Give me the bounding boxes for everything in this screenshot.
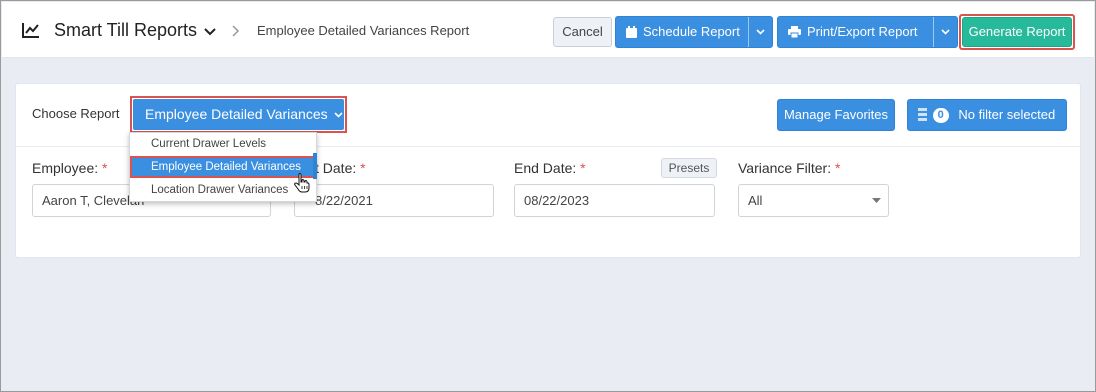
print-export-caret[interactable]	[933, 17, 957, 47]
report-picker-button[interactable]: Employee Detailed Variances	[133, 99, 344, 130]
breadcrumb-current: Employee Detailed Variances Report	[257, 23, 470, 38]
presets-button[interactable]: Presets	[661, 158, 717, 178]
print-export-label: Print/Export Report	[807, 24, 918, 39]
start-date-label: t Date: *	[315, 160, 366, 176]
chevron-down-icon	[941, 29, 950, 35]
variance-filter-value: All	[748, 193, 763, 208]
employee-label: Employee: *	[32, 160, 108, 176]
dropdown-item-current-drawer-levels[interactable]: Current Drawer Levels	[130, 133, 316, 155]
schedule-report-label: Schedule Report	[643, 24, 740, 39]
dropdown-item-employee-detailed-variances[interactable]: Employee Detailed Variances	[130, 156, 316, 178]
app-window: Smart Till Reports Employee Detailed Var…	[0, 0, 1096, 392]
print-export-main[interactable]: Print/Export Report	[778, 17, 918, 47]
manage-favorites-button[interactable]: Manage Favorites	[777, 99, 895, 131]
filter-count-badge: 0	[932, 108, 949, 123]
chevron-right-icon	[232, 25, 240, 37]
chevron-down-icon	[756, 29, 765, 35]
filter-label: No filter selected	[958, 107, 1056, 122]
end-date-label: End Date: *	[514, 160, 586, 176]
start-date-input[interactable]: 8/22/2021	[294, 184, 494, 217]
chevron-down-icon[interactable]	[204, 27, 216, 37]
filter-list-icon	[918, 108, 927, 121]
printer-icon	[788, 26, 801, 39]
app-title[interactable]: Smart Till Reports	[54, 20, 197, 41]
filter-button[interactable]: 0 No filter selected	[907, 99, 1067, 131]
report-picker-value: Employee Detailed Variances	[145, 106, 328, 122]
hand-pointer-icon	[294, 173, 310, 193]
calendar-icon	[626, 26, 637, 38]
cancel-button[interactable]: Cancel	[553, 17, 612, 47]
schedule-report-main[interactable]: Schedule Report	[616, 17, 740, 47]
variance-filter-select[interactable]: All	[738, 184, 889, 217]
variance-filter-label: Variance Filter: *	[738, 160, 841, 176]
end-date-input[interactable]: 08/22/2023	[514, 184, 715, 217]
top-header: Smart Till Reports Employee Detailed Var…	[2, 2, 1094, 58]
print-export-button[interactable]: Print/Export Report	[777, 16, 958, 48]
dropdown-item-location-drawer-variances[interactable]: Location Drawer Variances	[130, 179, 316, 201]
dropdown-scroll-indicator	[313, 153, 317, 179]
generate-report-button[interactable]: Generate Report	[962, 17, 1072, 47]
line-chart-icon	[22, 23, 39, 38]
choose-report-label: Choose Report	[32, 106, 120, 121]
schedule-report-caret[interactable]	[748, 17, 772, 47]
report-dropdown-menu: Current Drawer Levels Employee Detailed …	[129, 132, 317, 202]
schedule-report-button[interactable]: Schedule Report	[615, 16, 773, 48]
caret-down-icon	[872, 198, 881, 203]
chevron-down-icon	[334, 112, 343, 118]
